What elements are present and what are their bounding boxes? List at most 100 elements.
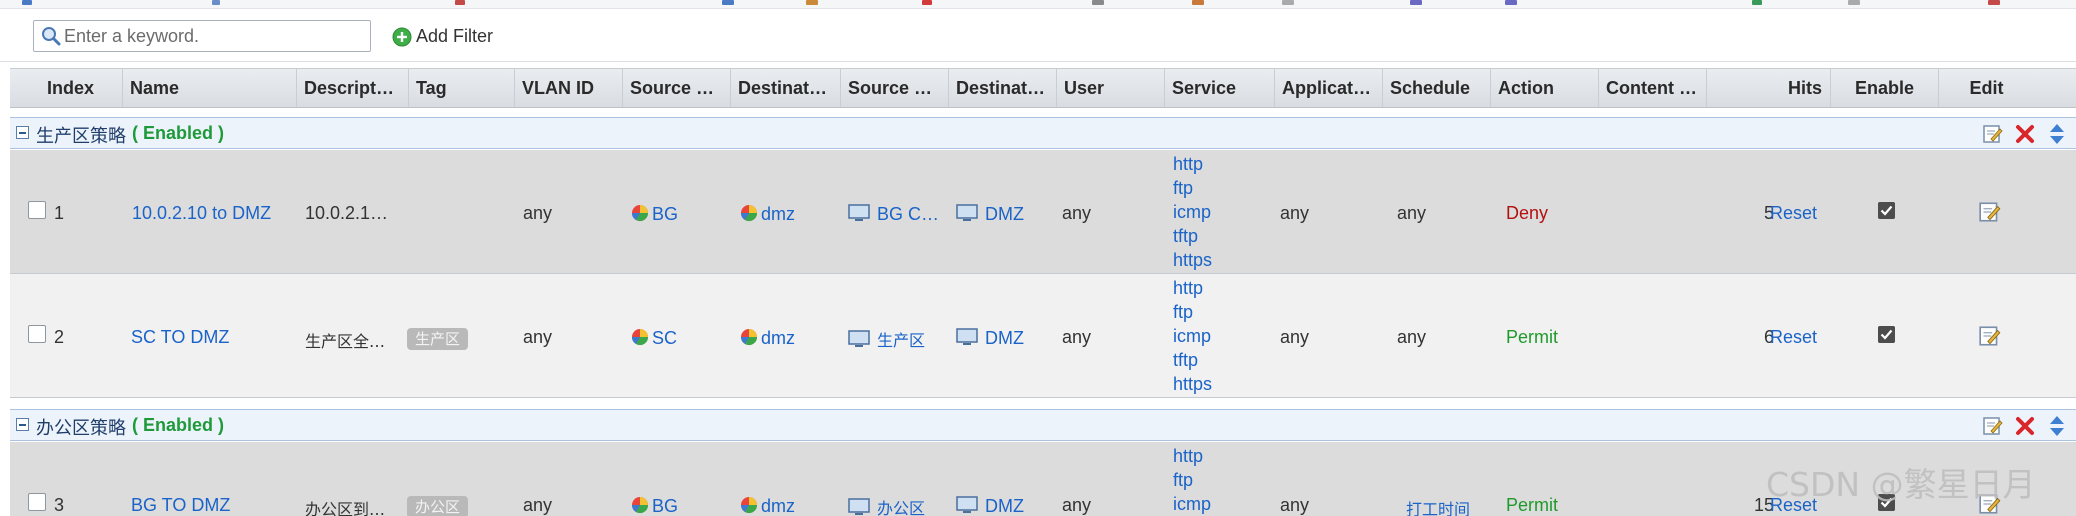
- column-header-user[interactable]: User: [1056, 69, 1164, 107]
- column-header-index[interactable]: Index: [10, 69, 102, 107]
- add-circle-icon: [392, 27, 412, 47]
- source-address[interactable]: 生产区: [848, 327, 925, 351]
- column-header-name[interactable]: Name: [122, 69, 296, 107]
- host-icon: [956, 328, 978, 345]
- column-header-content[interactable]: Content …: [1598, 69, 1706, 107]
- service-link[interactable]: ftp: [1173, 300, 1212, 324]
- group-status: ( Enabled ): [132, 123, 225, 143]
- zone-icon: [740, 205, 758, 222]
- service-link[interactable]: https: [1173, 372, 1212, 396]
- action-permit: Permit: [1506, 327, 1559, 347]
- table-header: Index Name Descript… Tag VLAN ID Source …: [10, 68, 2076, 108]
- zone-icon: [740, 497, 758, 514]
- policy-page: Add Filter Index Name Descript… Tag VLAN…: [0, 0, 2076, 516]
- source-zone[interactable]: BG: [630, 203, 678, 225]
- source-address-label[interactable]: 办公区: [877, 499, 925, 516]
- column-header-enable[interactable]: Enable: [1830, 69, 1938, 107]
- destination-zone[interactable]: dmz: [739, 327, 795, 349]
- destination-zone[interactable]: dmz: [739, 203, 795, 225]
- service-list: http ftp icmp tftp https: [1173, 152, 1212, 272]
- column-header-source-zone[interactable]: Source …: [622, 69, 730, 107]
- destination-address[interactable]: DMZ: [956, 203, 1024, 225]
- policy-group-header: 生产区策略 ( Enabled ): [10, 117, 2076, 149]
- search-box: [33, 20, 371, 52]
- zone-icon: [631, 205, 649, 222]
- policy-name-link[interactable]: BG TO DMZ: [131, 495, 230, 516]
- source-address[interactable]: 办公区: [848, 495, 925, 516]
- collapse-toggle-icon[interactable]: [16, 418, 29, 431]
- service-link[interactable]: http: [1173, 276, 1212, 300]
- source-zone-label[interactable]: BG: [652, 496, 678, 516]
- destination-address[interactable]: DMZ: [956, 327, 1024, 349]
- service-link[interactable]: tftp: [1173, 348, 1212, 372]
- service-link[interactable]: ftp: [1173, 468, 1211, 492]
- row-checkbox[interactable]: [28, 493, 46, 511]
- delete-group-icon[interactable]: [2014, 415, 2036, 437]
- service-link[interactable]: icmp: [1173, 200, 1212, 224]
- schedule: any: [1397, 327, 1427, 347]
- table-row[interactable]: 1 10.0.2.10 to DMZ 10.0.2.1… any BG dmz: [10, 150, 2076, 274]
- destination-zone[interactable]: dmz: [739, 495, 795, 516]
- destination-address-label[interactable]: DMZ: [985, 496, 1024, 516]
- edit-group-icon[interactable]: [1982, 123, 2004, 145]
- column-header-application[interactable]: Applicat…: [1274, 69, 1382, 107]
- column-header-action[interactable]: Action: [1490, 69, 1598, 107]
- service-link[interactable]: tftp: [1173, 224, 1212, 248]
- table-row[interactable]: 2 SC TO DMZ 生产区全… 生产区 any SC dmz 生产区 DMZ…: [10, 274, 2076, 398]
- service-link[interactable]: https: [1173, 248, 1212, 272]
- service-link[interactable]: icmp: [1173, 324, 1212, 348]
- move-group-icon[interactable]: [2046, 415, 2068, 437]
- column-header-hits[interactable]: Hits: [1706, 69, 1830, 107]
- service-link[interactable]: ftp: [1173, 176, 1212, 200]
- edit-group-icon[interactable]: [1982, 415, 2004, 437]
- column-header-description[interactable]: Descript…: [296, 69, 408, 107]
- vlan-id: any: [523, 203, 553, 223]
- destination-address-label[interactable]: DMZ: [985, 328, 1024, 348]
- reset-hits-link[interactable]: Reset: [1770, 203, 1817, 224]
- source-address-label[interactable]: BG C…: [877, 204, 939, 224]
- delete-group-icon[interactable]: [2014, 123, 2036, 145]
- host-icon: [848, 204, 870, 221]
- policy-name-link[interactable]: SC TO DMZ: [131, 327, 229, 348]
- row-checkbox[interactable]: [28, 325, 46, 343]
- policy-name-link[interactable]: 10.0.2.10 to DMZ: [132, 203, 271, 224]
- column-header-destination-zone[interactable]: Destinat…: [730, 69, 840, 107]
- service-list: http ftp icmp: [1173, 444, 1211, 516]
- destination-address-label[interactable]: DMZ: [985, 204, 1024, 224]
- column-header-service[interactable]: Service: [1164, 69, 1274, 107]
- edit-policy-icon[interactable]: [1978, 200, 2002, 224]
- reset-hits-link[interactable]: Reset: [1770, 327, 1817, 348]
- source-address[interactable]: BG C…: [848, 203, 939, 225]
- column-header-schedule[interactable]: Schedule: [1382, 69, 1490, 107]
- schedule-link[interactable]: 打工时间: [1406, 496, 1470, 516]
- collapse-toggle-icon[interactable]: [16, 126, 29, 139]
- destination-zone-label[interactable]: dmz: [761, 204, 795, 224]
- move-group-icon[interactable]: [2046, 123, 2068, 145]
- enable-checkbox[interactable]: [1878, 202, 1895, 219]
- user: any: [1062, 495, 1092, 515]
- row-checkbox[interactable]: [28, 201, 46, 219]
- source-zone[interactable]: BG: [630, 495, 678, 516]
- source-zone[interactable]: SC: [630, 327, 677, 349]
- column-header-edit[interactable]: Edit: [1938, 69, 2034, 107]
- service-list: http ftp icmp tftp https: [1173, 276, 1212, 396]
- schedule: any: [1397, 203, 1427, 223]
- column-header-tag[interactable]: Tag: [408, 69, 514, 107]
- filter-toolbar: Add Filter: [0, 9, 2076, 62]
- service-link[interactable]: http: [1173, 152, 1212, 176]
- edit-policy-icon[interactable]: [1978, 324, 2002, 348]
- service-link[interactable]: http: [1173, 444, 1211, 468]
- destination-address[interactable]: DMZ: [956, 495, 1024, 516]
- destination-zone-label[interactable]: dmz: [761, 328, 795, 348]
- column-header-destination-address[interactable]: Destinat…: [948, 69, 1056, 107]
- column-header-source-address[interactable]: Source …: [840, 69, 948, 107]
- host-icon: [848, 498, 870, 515]
- destination-zone-label[interactable]: dmz: [761, 496, 795, 516]
- search-input[interactable]: [64, 21, 364, 51]
- enable-checkbox[interactable]: [1878, 326, 1895, 343]
- source-zone-label[interactable]: BG: [652, 204, 678, 224]
- source-zone-label[interactable]: SC: [652, 328, 677, 348]
- source-address-label[interactable]: 生产区: [877, 331, 925, 350]
- column-header-vlan-id[interactable]: VLAN ID: [514, 69, 622, 107]
- service-link[interactable]: icmp: [1173, 492, 1211, 516]
